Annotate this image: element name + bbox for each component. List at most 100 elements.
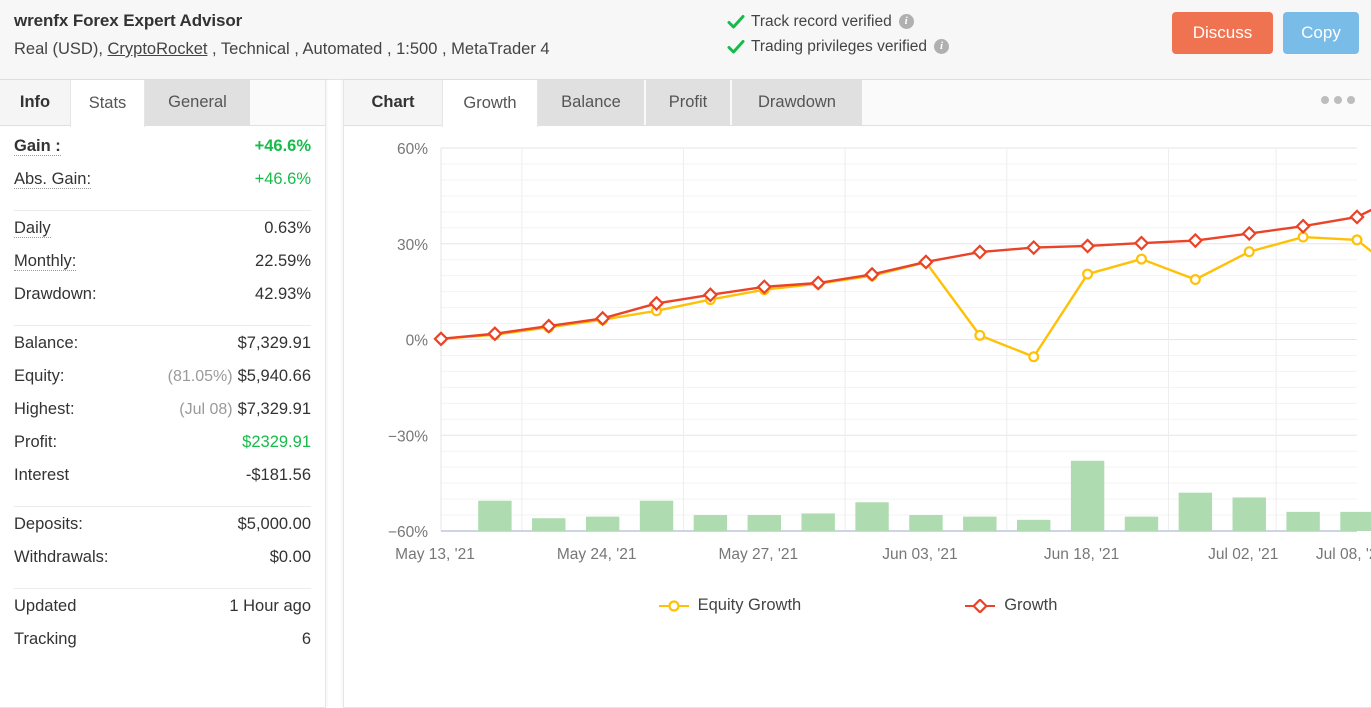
stat-row-balance: Balance: $7,329.91	[14, 334, 311, 367]
svg-text:May 13, '21: May 13, '21	[395, 546, 475, 563]
stat-row-profit: Profit: $2329.91	[14, 433, 311, 466]
stat-value: +46.6%	[254, 170, 311, 188]
divider	[14, 210, 311, 211]
stats-panel: Info Stats General Gain : +46.6% Abs. Ga…	[0, 80, 326, 708]
stat-row-withdrawals: Withdrawals: $0.00	[14, 548, 311, 581]
verification-row-track-record: Track record verified i	[727, 9, 949, 34]
stat-value: 42.93%	[255, 285, 311, 303]
stat-row-tracking: Tracking 6	[14, 630, 311, 663]
svg-text:30%: 30%	[397, 237, 428, 254]
broker-link[interactable]: CryptoRocket	[108, 40, 208, 58]
stats-tabbar: Info Stats General	[0, 80, 325, 127]
tab-drawdown[interactable]: Drawdown	[732, 80, 862, 125]
stat-label[interactable]: Abs. Gain:	[14, 170, 92, 190]
legend-label: Equity Growth	[697, 596, 802, 614]
stat-subvalue: (Jul 08)	[179, 401, 233, 418]
stat-label[interactable]: Gain :	[14, 137, 61, 157]
svg-text:Jun 03, '21: Jun 03, '21	[882, 546, 957, 563]
tabbar-filler	[862, 80, 1371, 125]
stat-value: 6	[301, 630, 311, 648]
stat-subvalue: (81.05%)	[167, 368, 233, 385]
info-icon[interactable]: i	[898, 14, 914, 29]
tab-balance[interactable]: Balance	[538, 80, 644, 125]
chart-tabbar: Chart Growth Balance Profit Drawdown	[344, 80, 1371, 127]
stats-group-meta: Updated 1 Hour ago Tracking 6	[14, 597, 311, 663]
stats-group-gain: Gain : +46.6% Abs. Gain: +46.6%	[14, 126, 311, 203]
tab-profit[interactable]: Profit	[646, 80, 730, 125]
stat-value: $7,329.91	[237, 334, 311, 352]
page-header: wrenfx Forex Expert Advisor Real (USD), …	[0, 0, 1371, 80]
stat-value: 1 Hour ago	[229, 597, 311, 615]
stat-row-abs-gain: Abs. Gain: +46.6%	[14, 170, 311, 203]
stats-group-account: Balance: $7,329.91 Equity: (81.05%) $5,94…	[14, 334, 311, 499]
stat-main-value: $5,940.66	[237, 367, 311, 385]
svg-text:60%: 60%	[397, 141, 428, 158]
chart-panel: Chart Growth Balance Profit Drawdown 60%…	[343, 80, 1371, 708]
tab-chart[interactable]: Chart	[344, 80, 442, 125]
stat-row-gain: Gain : +46.6%	[14, 137, 311, 170]
stat-label: Interest	[14, 466, 70, 484]
tab-stats[interactable]: Stats	[70, 80, 145, 127]
stat-label[interactable]: Daily	[14, 219, 51, 239]
tabbar-filler	[250, 80, 325, 125]
check-icon	[727, 14, 745, 30]
stat-row-deposits: Deposits: $5,000.00	[14, 515, 311, 548]
ellipsis-icon[interactable]	[1321, 96, 1355, 104]
legend-label: Growth	[1004, 596, 1058, 614]
stat-label[interactable]: Monthly:	[14, 252, 77, 272]
divider	[14, 588, 311, 589]
stat-value: (Jul 08) $7,329.91	[179, 400, 311, 419]
stats-group-funds: Deposits: $5,000.00 Withdrawals: $0.00	[14, 515, 311, 581]
stat-value: $0.00	[269, 548, 311, 566]
stat-value: (81.05%) $5,940.66	[168, 367, 311, 386]
stat-value: 22.59%	[255, 252, 311, 270]
verification-row-trading-privileges: Trading privileges verified i	[727, 34, 950, 59]
stat-label: Withdrawals:	[14, 548, 109, 566]
info-icon[interactable]: i	[934, 39, 950, 54]
page-body: Info Stats General Gain : +46.6% Abs. Ga…	[0, 80, 1371, 708]
stat-label: Highest:	[14, 400, 75, 418]
check-icon	[727, 39, 745, 55]
stat-row-equity: Equity: (81.05%) $5,940.66	[14, 367, 311, 400]
chart-legend: Equity Growth Growth	[344, 596, 1371, 615]
stat-label: Drawdown:	[14, 285, 97, 303]
stat-value: $2329.91	[242, 433, 311, 451]
chart-canvas[interactable]: 60% 30% 0% −30% −60% May 13, '21 May 24, '21 Ma…	[344, 126, 1371, 596]
stat-row-daily: Daily 0.63%	[14, 219, 311, 252]
stat-value: +46.6%	[254, 137, 311, 155]
copy-button[interactable]: Copy	[1283, 12, 1359, 54]
stats-group-performance: Daily 0.63% Monthly: 22.59% Drawdown: 42…	[14, 219, 311, 318]
stat-value: 0.63%	[264, 219, 311, 237]
stat-row-highest: Highest: (Jul 08) $7,329.91	[14, 400, 311, 433]
stat-row-interest: Interest -$181.56	[14, 466, 311, 499]
account-meta-text: , Technical , Automated , 1:500 , MetaTr…	[207, 40, 550, 58]
svg-text:Jul 08, '21: Jul 08, '21	[1316, 546, 1371, 563]
svg-text:0%: 0%	[406, 333, 429, 350]
stat-value: -$181.56	[245, 466, 311, 484]
legend-item-growth[interactable]: Growth	[965, 596, 1057, 615]
stat-label: Profit:	[14, 433, 58, 451]
account-summary-line: Real (USD), CryptoRocket , Technical , A…	[14, 40, 550, 59]
discuss-button[interactable]: Discuss	[1172, 12, 1273, 54]
svg-text:May 24, '21: May 24, '21	[557, 546, 637, 563]
svg-text:Jul 02, '21: Jul 02, '21	[1208, 546, 1278, 563]
svg-text:May 27, '21: May 27, '21	[718, 546, 798, 563]
verification-badges: Track record verified i Trading privileg…	[727, 9, 950, 59]
stat-row-drawdown: Drawdown: 42.93%	[14, 285, 311, 318]
tab-growth[interactable]: Growth	[442, 80, 538, 127]
legend-marker-diamond-icon	[965, 598, 996, 613]
divider	[14, 506, 311, 507]
stat-label: Tracking	[14, 630, 77, 648]
tab-info[interactable]: Info	[0, 80, 70, 125]
stat-label: Updated	[14, 597, 77, 615]
stat-row-updated: Updated 1 Hour ago	[14, 597, 311, 630]
stat-value: $5,000.00	[237, 515, 311, 533]
tab-general[interactable]: General	[145, 80, 250, 125]
stat-row-monthly: Monthly: 22.59%	[14, 252, 311, 285]
verification-label: Track record verified	[751, 12, 892, 30]
stats-list: Gain : +46.6% Abs. Gain: +46.6% Daily 0.…	[0, 126, 325, 663]
divider	[14, 325, 311, 326]
legend-marker-circle-icon	[658, 599, 689, 612]
growth-chart: 60% 30% 0% −30% −60% May 13, '21 May 24, '21 Ma…	[344, 126, 1371, 707]
legend-item-equity-growth[interactable]: Equity Growth	[658, 596, 802, 615]
